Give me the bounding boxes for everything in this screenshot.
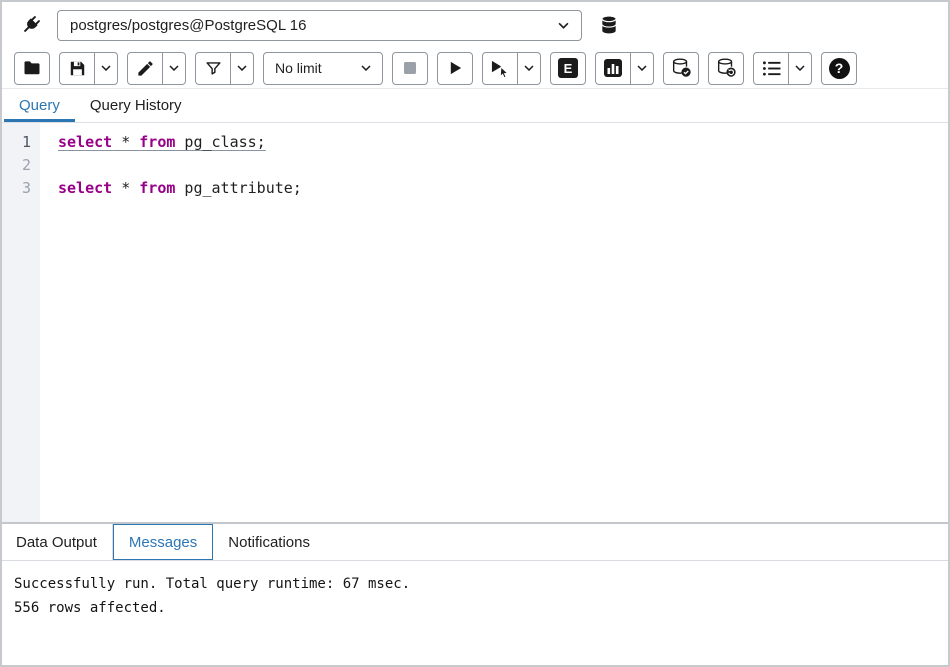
sql-text: pg_attribute;: [175, 179, 301, 197]
connection-bar: postgres/postgres@PostgreSQL 16: [2, 2, 948, 48]
database-icon: [599, 15, 619, 35]
rollback-icon: [715, 57, 737, 79]
tab-messages[interactable]: Messages: [113, 524, 213, 560]
save-icon: [68, 59, 87, 78]
output-tabbar: Data Output Messages Notifications: [2, 522, 948, 561]
tab-query[interactable]: Query: [4, 89, 75, 122]
stop-icon: [402, 60, 418, 76]
query-tool-window: postgres/postgres@PostgreSQL 16: [0, 0, 950, 667]
sql-text: *: [112, 133, 139, 151]
execute-script-button-group: [482, 52, 541, 85]
help-button[interactable]: ?: [821, 52, 857, 85]
filter-icon: [204, 59, 223, 78]
query-toolbar: No limit: [2, 48, 948, 89]
line-number: 1: [2, 131, 31, 154]
filter-button-group: [195, 52, 254, 85]
execute-script-icon: [490, 59, 511, 78]
editor-tabbar: Query Query History: [2, 89, 948, 123]
tab-data-output-label: Data Output: [16, 534, 97, 551]
commit-icon: [670, 57, 692, 79]
line-number: 2: [2, 154, 31, 177]
macro-menu-button[interactable]: [789, 52, 812, 85]
edit-menu-button[interactable]: [163, 52, 186, 85]
sql-text: *: [112, 179, 139, 197]
explain-options-menu-button[interactable]: [631, 52, 654, 85]
tab-query-label: Query: [19, 97, 60, 114]
sql-editor[interactable]: 1 2 3 select * from pg_class; select * f…: [2, 123, 948, 522]
tab-query-history-label: Query History: [90, 97, 182, 114]
connection-selector[interactable]: postgres/postgres@PostgreSQL 16: [57, 10, 582, 41]
help-icon: ?: [829, 58, 850, 79]
code-line-1: select * from pg_class;: [58, 131, 948, 154]
execute-button[interactable]: [437, 52, 473, 85]
sql-keyword: select: [58, 179, 112, 197]
row-limit-select[interactable]: No limit: [263, 52, 383, 85]
stop-button[interactable]: [392, 52, 428, 85]
row-limit-label: No limit: [275, 60, 322, 76]
connection-status-button[interactable]: [12, 9, 48, 41]
chevron-down-icon: [237, 65, 247, 71]
messages-panel: Successfully run. Total query runtime: 6…: [2, 561, 948, 665]
chevron-down-icon: [558, 22, 569, 29]
sql-keyword: from: [139, 133, 175, 151]
explain-analyze-button-group: [595, 52, 654, 85]
save-menu-button[interactable]: [95, 52, 118, 85]
execute-options-menu-button[interactable]: [518, 52, 541, 85]
execute-icon: [448, 60, 463, 76]
save-button-group: [59, 52, 118, 85]
edit-button-group: [127, 52, 186, 85]
message-runtime: Successfully run. Total query runtime: 6…: [14, 572, 936, 596]
save-button[interactable]: [59, 52, 95, 85]
tab-data-output[interactable]: Data Output: [14, 524, 113, 560]
macro-button[interactable]: [753, 52, 789, 85]
chevron-down-icon: [795, 65, 805, 71]
tab-messages-label: Messages: [129, 534, 197, 551]
open-file-button[interactable]: [14, 52, 50, 85]
filter-menu-button[interactable]: [231, 52, 254, 85]
edit-button[interactable]: [127, 52, 163, 85]
code-line-3: select * from pg_attribute;: [58, 177, 948, 200]
explain-analyze-icon: [603, 58, 623, 78]
folder-icon: [22, 58, 42, 78]
filter-button[interactable]: [195, 52, 231, 85]
sql-text: pg_class;: [175, 133, 265, 151]
chevron-down-icon: [101, 65, 111, 71]
line-number-gutter: 1 2 3: [2, 123, 40, 522]
chevron-down-icon: [361, 65, 371, 71]
commit-button[interactable]: [663, 52, 699, 85]
macro-icon: [762, 60, 781, 77]
explain-icon: E: [558, 58, 578, 78]
plug-icon: [19, 14, 42, 37]
sql-keyword: from: [139, 179, 175, 197]
tab-notifications[interactable]: Notifications: [213, 524, 325, 560]
explain-analyze-button[interactable]: [595, 52, 631, 85]
sql-keyword: select: [58, 133, 112, 151]
macro-button-group: [753, 52, 812, 85]
chevron-down-icon: [637, 65, 647, 71]
message-rows-affected: 556 rows affected.: [14, 596, 936, 620]
tab-notifications-label: Notifications: [228, 534, 310, 551]
code-area[interactable]: select * from pg_class; select * from pg…: [40, 123, 948, 522]
line-number: 3: [2, 177, 31, 200]
explain-button[interactable]: E: [550, 52, 586, 85]
edit-icon: [136, 59, 155, 78]
execute-script-button[interactable]: [482, 52, 518, 85]
new-connection-button[interactable]: [591, 9, 627, 41]
chevron-down-icon: [524, 65, 534, 71]
rollback-button[interactable]: [708, 52, 744, 85]
code-line-2: [58, 154, 948, 177]
tab-query-history[interactable]: Query History: [75, 89, 197, 122]
connection-label: postgres/postgres@PostgreSQL 16: [70, 17, 306, 34]
chevron-down-icon: [169, 65, 179, 71]
